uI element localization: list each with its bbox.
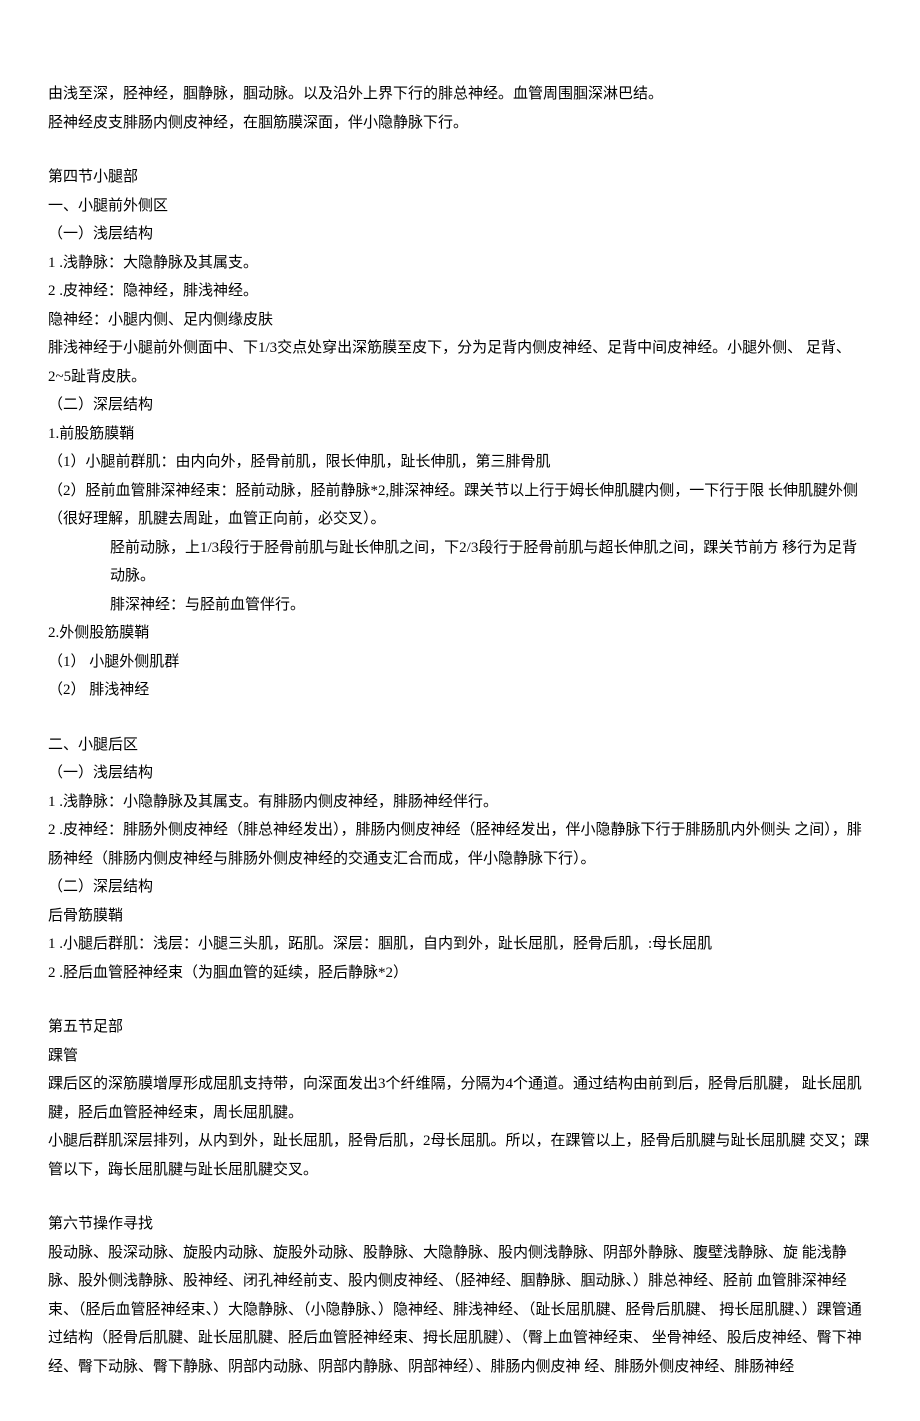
s4-a-s2-g2-heading: 2.外侧股筋膜鞘	[48, 619, 872, 648]
intro-line-1: 由浅至深，胫神经，腘静脉，腘动脉。以及沿外上界下行的腓总神经。血管周围腘深淋巴结…	[48, 80, 872, 109]
s4-b-heading: 二、小腿后区	[48, 731, 872, 760]
s4-a-s2-g1-item-2: （2）胫前血管腓深神经束：胫前动脉，胫前静脉*2,腓深神经。踝关节以上行于姆长伸…	[48, 477, 872, 534]
s4-a-s1-heading: （一）浅层结构	[48, 220, 872, 249]
blank-line	[48, 987, 872, 1013]
s4-a-s2-g1-item-1: （1）小腿前群肌：由内向外，胫骨前肌，限长伸肌，趾长伸肌，第三腓骨肌	[48, 448, 872, 477]
s4-b-s2-para-1: 后骨筋膜鞘	[48, 902, 872, 931]
s4-a-s1-para-2: 腓浅神经于小腿前外侧面中、下1/3交点处穿出深筋膜至皮下，分为足背内侧皮神经、足…	[48, 334, 872, 391]
intro-line-2: 胫神经皮支腓肠内侧皮神经，在腘筋膜深面，伴小隐静脉下行。	[48, 109, 872, 138]
blank-line	[48, 137, 872, 163]
s6-para-1: 股动脉、股深动脉、旋股内动脉、旋股外动脉、股静脉、大隐静脉、股内侧浅静脉、阴部外…	[48, 1239, 872, 1382]
section-4-title: 第四节小腿部	[48, 163, 872, 192]
s5-para-2: 小腿后群肌深层排列，从内到外，趾长屈肌，胫骨后肌，2母长屈肌。所以，在踝管以上，…	[48, 1127, 872, 1184]
s5-para-1: 踝后区的深筋膜增厚形成屈肌支持带，向深面发出3个纤维隔，分隔为4个通道。通过结构…	[48, 1070, 872, 1127]
s4-a-s2-g2-item-2: （2） 腓浅神经	[48, 676, 872, 705]
s4-b-s1-item-2: 2 .皮神经：腓肠外侧皮神经（腓总神经发出），腓肠内侧皮神经（胫神经发出，伴小隐…	[48, 816, 872, 873]
s4-b-s2-item-2: 2 .胫后血管胫神经束（为腘血管的延续，胫后静脉*2）	[48, 959, 872, 988]
section-6-title: 第六节操作寻找	[48, 1210, 872, 1239]
s4-b-s2-item-1: 1 .小腿后群肌：浅层：小腿三头肌，跖肌。深层：腘肌，自内到外，趾长屈肌，胫骨后…	[48, 930, 872, 959]
s5-heading: 踝管	[48, 1042, 872, 1071]
s4-a-s2-g1-item-3: 胫前动脉，上1/3段行于胫骨前肌与趾长伸肌之间，下2/3段行于胫骨前肌与超长伸肌…	[48, 534, 872, 591]
s4-a-s1-item-1: 1 .浅静脉：大隐静脉及其属支。	[48, 249, 872, 278]
s4-b-s2-heading: （二）深层结构	[48, 873, 872, 902]
s4-a-heading: 一、小腿前外侧区	[48, 192, 872, 221]
blank-line	[48, 1184, 872, 1210]
s4-a-s2-heading: （二）深层结构	[48, 391, 872, 420]
s4-a-s1-item-2: 2 .皮神经：隐神经，腓浅神经。	[48, 277, 872, 306]
section-5-title: 第五节足部	[48, 1013, 872, 1042]
s4-a-s2-g2-item-1: （1） 小腿外侧肌群	[48, 648, 872, 677]
s4-b-s1-item-1: 1 .浅静脉：小隐静脉及其属支。有腓肠内侧皮神经，腓肠神经伴行。	[48, 788, 872, 817]
s4-a-s1-para-1: 隐神经：小腿内侧、足内侧缘皮肤	[48, 306, 872, 335]
s4-b-s1-heading: （一）浅层结构	[48, 759, 872, 788]
s4-a-s2-g1-heading: 1.前股筋膜鞘	[48, 420, 872, 449]
blank-line	[48, 705, 872, 731]
s4-a-s2-g1-item-4: 腓深神经：与胫前血管伴行。	[48, 591, 872, 620]
